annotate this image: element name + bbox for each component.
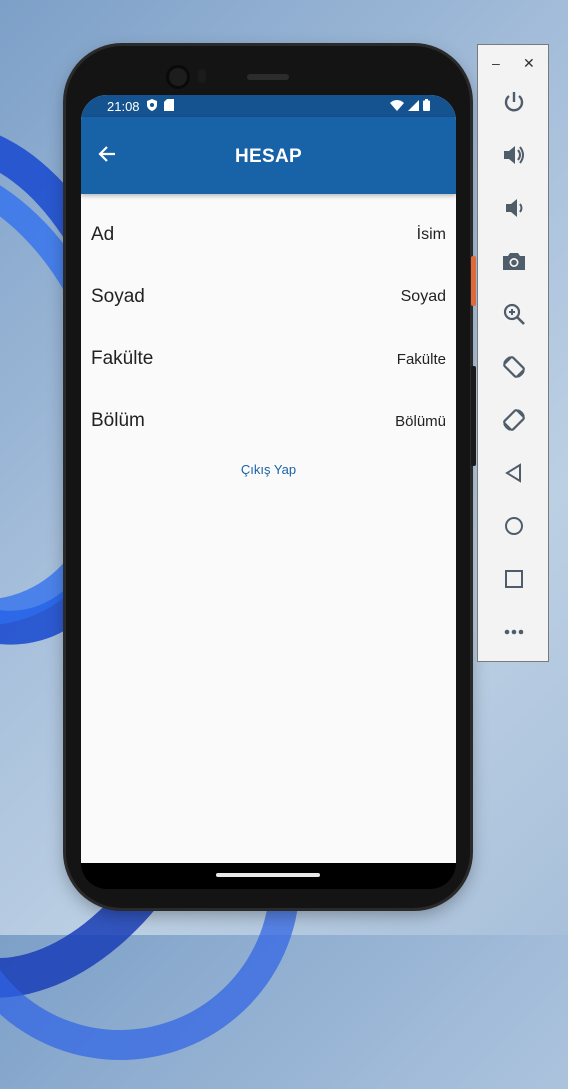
field-value: Bölümü — [395, 412, 446, 430]
account-row-faculty: Fakülte Fakülte — [81, 328, 456, 390]
account-row-surname: Soyad Soyad — [81, 266, 456, 328]
app-bar: HESAP — [81, 117, 456, 194]
more-icon[interactable] — [500, 618, 528, 646]
battery-icon — [423, 98, 430, 114]
emulator-toolbar: – ✕ — [477, 44, 549, 662]
camera-sensor — [198, 69, 206, 83]
minimize-icon[interactable]: – — [492, 55, 500, 71]
shield-icon — [146, 98, 158, 114]
sd-card-icon — [163, 98, 174, 114]
rotate-right-icon[interactable] — [500, 406, 528, 434]
account-row-name: Ad İsim — [81, 204, 456, 266]
rotate-left-icon[interactable] — [500, 353, 528, 381]
earpiece-speaker — [247, 74, 289, 80]
field-label: Fakülte — [91, 348, 154, 369]
signal-icon — [408, 99, 419, 114]
field-label: Soyad — [91, 286, 145, 307]
field-label: Ad — [91, 224, 115, 245]
status-bar: 21:08 — [81, 95, 456, 117]
gesture-nav-bar[interactable] — [216, 873, 320, 877]
account-info-list: Ad İsim Soyad Soyad Fakülte Fakülte Bölü… — [81, 194, 456, 452]
phone-screen: 21:08 HESAP Ad İsim Soyad Soyad Fakülte … — [81, 95, 456, 863]
volume-down-icon[interactable] — [500, 194, 528, 222]
field-value: Fakülte — [396, 350, 446, 368]
status-time: 21:08 — [107, 98, 140, 114]
wifi-icon — [390, 99, 404, 114]
overview-icon[interactable] — [500, 565, 528, 593]
home-icon[interactable] — [500, 512, 528, 540]
page-title: HESAP — [235, 146, 302, 167]
status-right-icons — [390, 98, 430, 114]
volume-up-icon[interactable] — [500, 141, 528, 169]
zoom-icon[interactable] — [500, 300, 528, 328]
close-icon[interactable]: ✕ — [523, 55, 535, 72]
field-value: İsim — [416, 226, 446, 243]
field-value: Soyad — [400, 288, 446, 305]
account-row-department: Bölüm Bölümü — [81, 390, 456, 452]
camera-icon[interactable] — [500, 247, 528, 275]
side-power-button[interactable] — [471, 256, 476, 306]
front-camera — [169, 68, 187, 86]
back-icon[interactable] — [500, 459, 528, 487]
logout-button[interactable]: Çıkış Yap — [81, 462, 456, 477]
side-volume-button[interactable] — [471, 366, 476, 466]
power-icon[interactable] — [500, 88, 528, 116]
field-label: Bölüm — [91, 410, 145, 431]
